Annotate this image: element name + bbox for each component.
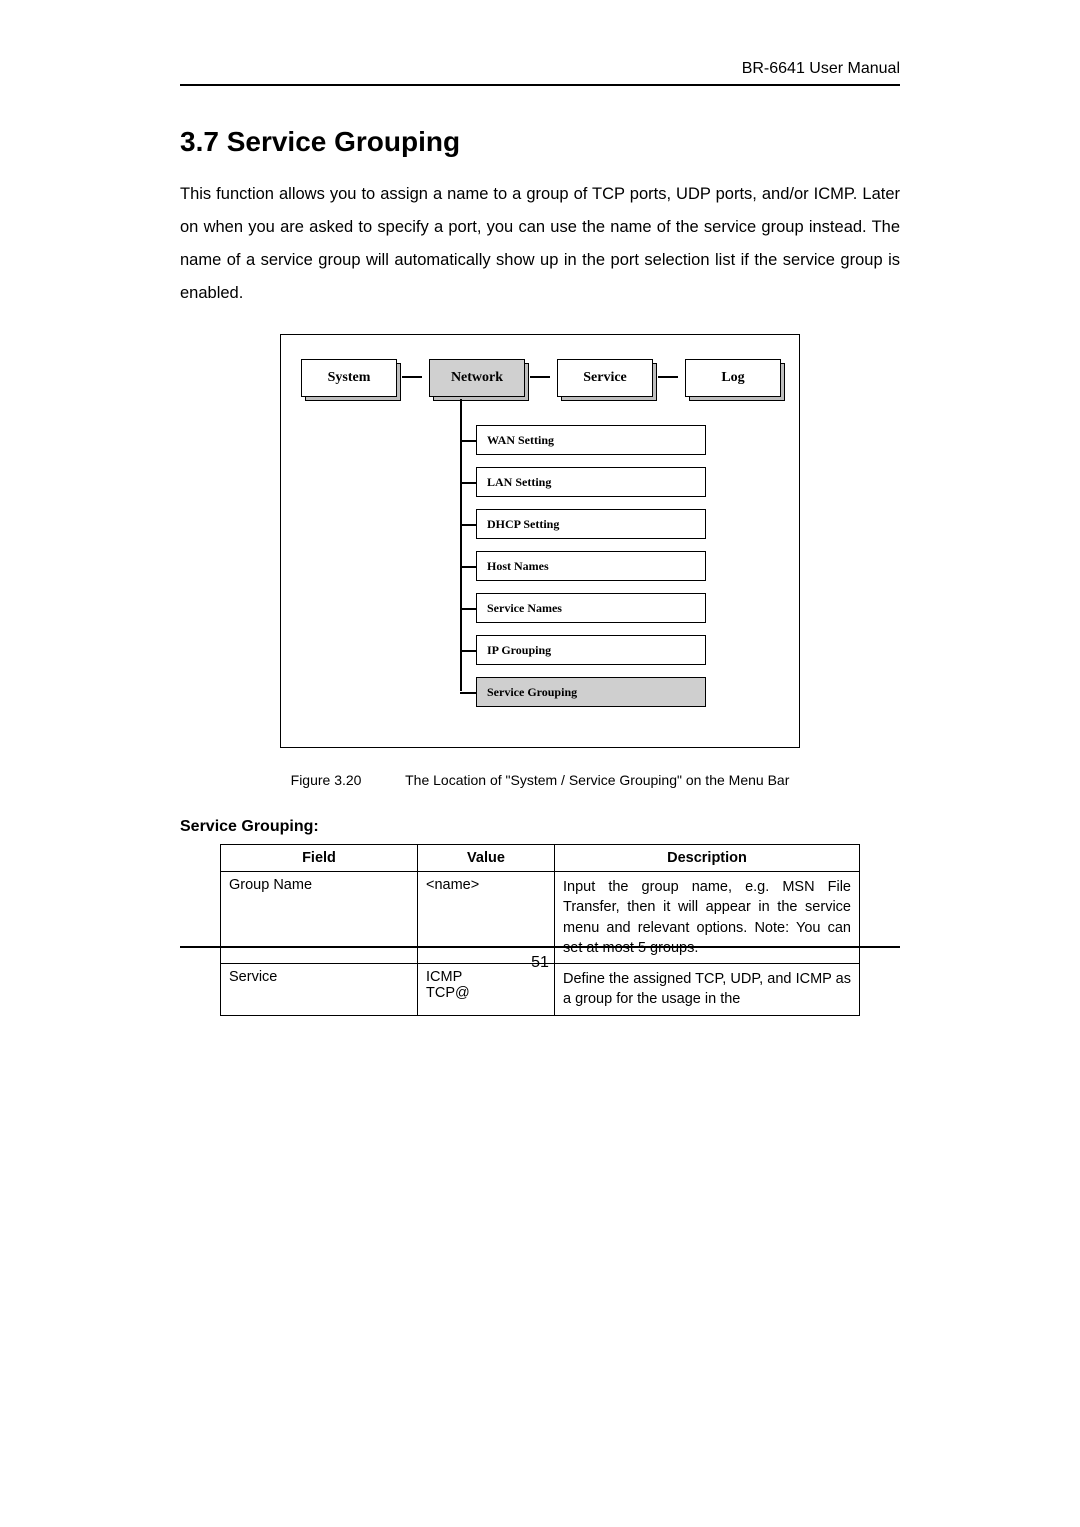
page-header: BR-6641 User Manual [180,60,900,86]
submenu-wan-setting: WAN Setting [476,425,779,455]
table-heading: Service Grouping: [180,818,900,836]
submenu-dhcp-setting: DHCP Setting [476,509,779,539]
th-field: Field [221,845,418,872]
figure-text: The Location of "System / Service Groupi… [405,772,789,788]
manual-page: BR-6641 User Manual 3.7 Service Grouping… [0,0,1080,1527]
connector-line [530,376,550,378]
service-grouping-table: Field Value Description Group Name <name… [220,844,860,1016]
section-paragraph: This function allows you to assign a nam… [180,178,900,310]
connector-line [402,376,422,378]
th-value: Value [418,845,555,872]
submenu-service-grouping: Service Grouping [476,677,779,707]
doc-title: BR-6641 User Manual [742,60,900,77]
tab-log: Log [685,359,779,395]
tab-system: System [301,359,395,395]
submenu-service-names: Service Names [476,593,779,623]
submenu-lan-setting: LAN Setting [476,467,779,497]
page-number: 51 [531,954,549,971]
th-description: Description [555,845,860,872]
figure-caption: Figure 3.20 The Location of "System / Se… [180,772,900,788]
submenu-ip-grouping: IP Grouping [476,635,779,665]
submenu-host-names: Host Names [476,551,779,581]
menu-diagram: System Network Service Log WAN Setti [280,334,800,748]
vertical-connector [460,399,462,691]
figure-label: Figure 3.20 [291,772,362,788]
section-heading: 3.7 Service Grouping [180,126,900,158]
tab-row: System Network Service Log [301,359,779,395]
table-header-row: Field Value Description [221,845,860,872]
tab-service: Service [557,359,651,395]
submenu-area: WAN Setting LAN Setting DHCP Setting Hos… [301,403,779,707]
connector-line [658,376,678,378]
page-footer: 51 [180,946,900,972]
tab-network: Network [429,359,523,395]
